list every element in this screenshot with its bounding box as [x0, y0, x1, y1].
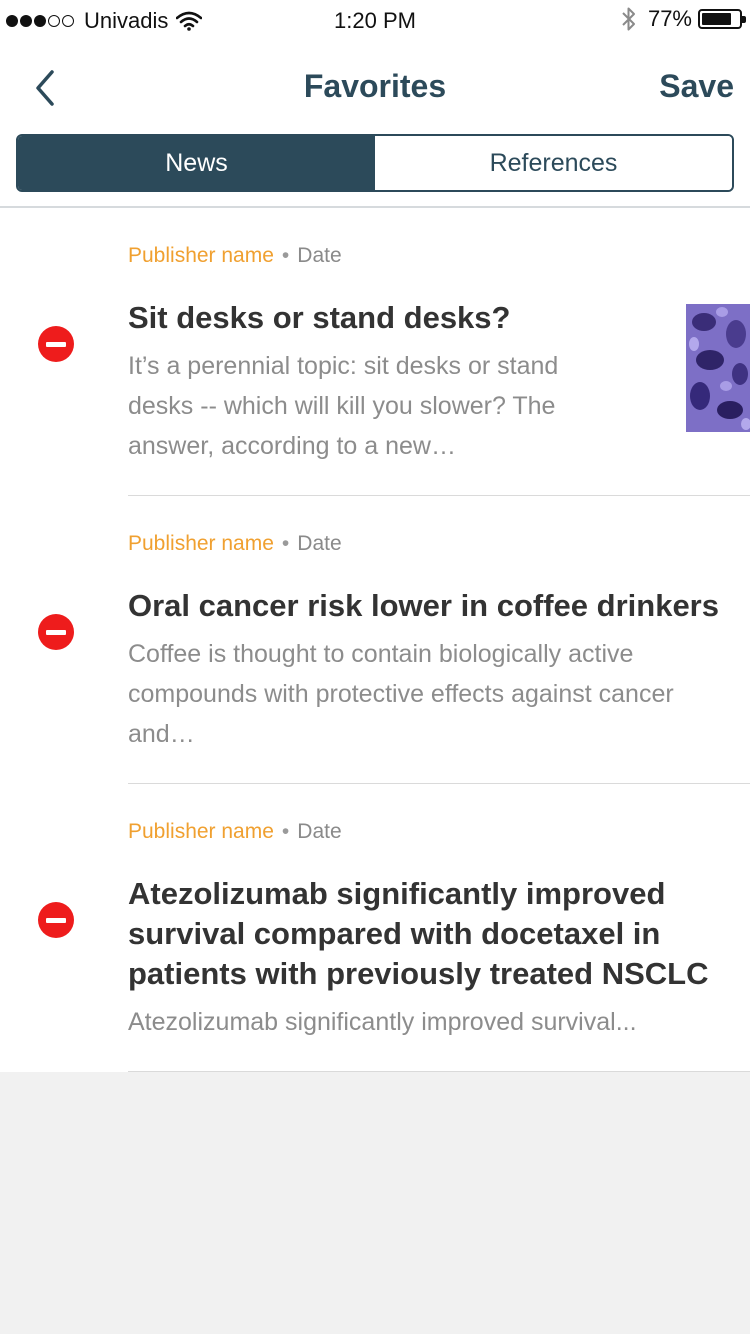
status-right: 77%: [620, 6, 746, 32]
list-item[interactable]: Publisher name • Date Sit desks or stand d…: [0, 208, 750, 496]
battery-percentage: 77%: [647, 6, 692, 31]
item-meta: Publisher name • Date: [128, 530, 750, 558]
item-meta: Publisher name • Date: [128, 818, 750, 846]
status-bar: Univadis 1:20 PM 77%: [0, 0, 750, 40]
publisher-name: Publisher name: [128, 532, 274, 555]
remove-button[interactable]: [38, 326, 74, 362]
item-date: Date: [297, 244, 342, 267]
item-body: Publisher name • Date Sit desks or stand d…: [128, 242, 750, 466]
tab-references[interactable]: References: [375, 136, 732, 190]
bluetooth-icon: [622, 7, 635, 31]
item-date: Date: [297, 820, 342, 843]
item-snippet: Coffee is thought to contain biologicall…: [128, 640, 674, 748]
item-headline: Sit desks or stand desks?: [128, 300, 511, 335]
item-snippet: It’s a perennial topic: sit desks or sta…: [128, 352, 559, 460]
item-headline: Atezolizumab significantly improved surv…: [128, 876, 709, 991]
battery-icon: [698, 9, 746, 29]
favorites-list: Publisher name • Date Sit desks or stand d…: [0, 208, 750, 1072]
item-body: Publisher name • Date Oral cancer risk low…: [128, 530, 750, 754]
publisher-name: Publisher name: [128, 244, 274, 267]
meta-separator: •: [281, 244, 290, 267]
meta-separator: •: [281, 820, 290, 843]
item-headline: Oral cancer risk lower in coffee drinker…: [128, 588, 719, 623]
list-item[interactable]: Publisher name • Date Oral cancer risk low…: [0, 496, 750, 784]
item-body: Publisher name • Date Atezolizumab signifi…: [128, 818, 750, 1042]
remove-button[interactable]: [38, 614, 74, 650]
segmented-control: News References: [16, 134, 734, 192]
battery-cap: [742, 16, 746, 23]
thumbnail-image: [686, 304, 750, 432]
battery-fill: [702, 13, 731, 25]
item-snippet: Atezolizumab significantly improved surv…: [128, 1008, 637, 1036]
page-title: Favorites: [303, 68, 447, 104]
item-meta: Publisher name • Date: [128, 242, 750, 270]
article-thumbnail: [686, 304, 750, 432]
navigation-bar: Favorites Save News References: [0, 40, 750, 208]
empty-background: [0, 1072, 750, 1334]
item-date: Date: [297, 532, 342, 555]
save-button[interactable]: Save: [659, 68, 734, 105]
meta-separator: •: [281, 532, 290, 555]
tab-news[interactable]: News: [18, 136, 375, 190]
publisher-name: Publisher name: [128, 820, 274, 843]
remove-button[interactable]: [38, 902, 74, 938]
list-item[interactable]: Publisher name • Date Atezolizumab signifi…: [0, 784, 750, 1072]
